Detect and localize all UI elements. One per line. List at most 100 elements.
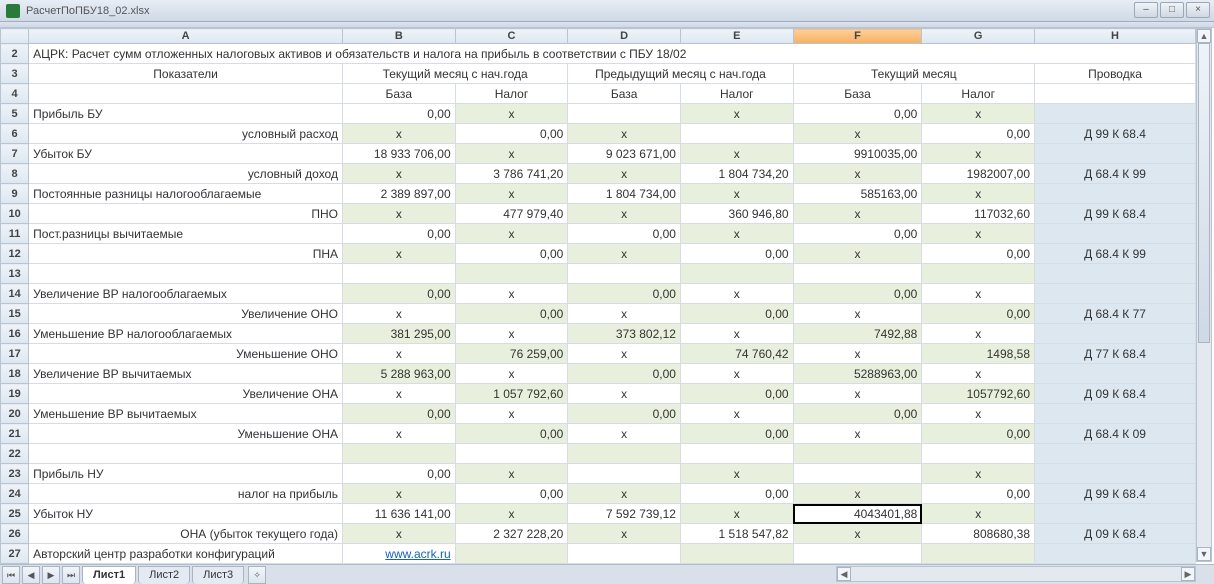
- row-header-2[interactable]: 2: [1, 44, 29, 64]
- cell-10-G[interactable]: 117032,60: [922, 204, 1035, 224]
- cell-13-G[interactable]: [922, 264, 1035, 284]
- cell-21-F[interactable]: x: [793, 424, 922, 444]
- cell-5-E[interactable]: x: [680, 104, 793, 124]
- cell-11-C[interactable]: x: [455, 224, 568, 244]
- cell-19-H[interactable]: Д 09 К 68.4: [1035, 384, 1196, 404]
- cell-16-F[interactable]: 7492,88: [793, 324, 922, 344]
- new-sheet-button[interactable]: ✧: [248, 566, 266, 584]
- cell-12-E[interactable]: 0,00: [680, 244, 793, 264]
- cell-8-B[interactable]: x: [342, 164, 455, 184]
- cell-10-H[interactable]: Д 99 К 68.4: [1035, 204, 1196, 224]
- cell-7-H[interactable]: [1035, 144, 1196, 164]
- sheet-tab-Лист3[interactable]: Лист3: [192, 566, 244, 584]
- cell-27-E[interactable]: [680, 544, 793, 564]
- cell-9-F[interactable]: 585163,00: [793, 184, 922, 204]
- row-header-5[interactable]: 5: [1, 104, 29, 124]
- cell-13-D[interactable]: [568, 264, 681, 284]
- row-header-9[interactable]: 9: [1, 184, 29, 204]
- cell-5-G[interactable]: x: [922, 104, 1035, 124]
- cell-6-B[interactable]: x: [342, 124, 455, 144]
- cell-23-E[interactable]: x: [680, 464, 793, 484]
- cell-16-G[interactable]: x: [922, 324, 1035, 344]
- cell-9-G[interactable]: x: [922, 184, 1035, 204]
- cell-18-C[interactable]: x: [455, 364, 568, 384]
- cell-20-D[interactable]: 0,00: [568, 404, 681, 424]
- cell-14-H[interactable]: [1035, 284, 1196, 304]
- cell-10-A[interactable]: ПНО: [29, 204, 343, 224]
- cell-6-D[interactable]: x: [568, 124, 681, 144]
- cell-17-B[interactable]: x: [342, 344, 455, 364]
- cell-23-F[interactable]: [793, 464, 922, 484]
- cell-8-D[interactable]: x: [568, 164, 681, 184]
- cell-7-G[interactable]: x: [922, 144, 1035, 164]
- cell-16-D[interactable]: 373 802,12: [568, 324, 681, 344]
- cell-8-H[interactable]: Д 68.4 К 99: [1035, 164, 1196, 184]
- cell-25-H[interactable]: [1035, 504, 1196, 524]
- cell-13-E[interactable]: [680, 264, 793, 284]
- col-header-A[interactable]: A: [29, 29, 343, 44]
- row-header-8[interactable]: 8: [1, 164, 29, 184]
- cell-16-C[interactable]: x: [455, 324, 568, 344]
- cell-5-H[interactable]: [1035, 104, 1196, 124]
- col-header-D[interactable]: D: [568, 29, 681, 44]
- cell-14-B[interactable]: 0,00: [342, 284, 455, 304]
- cell-26-A[interactable]: ОНА (убыток текущего года): [29, 524, 343, 544]
- cell-6-C[interactable]: 0,00: [455, 124, 568, 144]
- cell-27-A[interactable]: Авторский центр разработки конфигураций: [29, 544, 343, 564]
- row-header-20[interactable]: 20: [1, 404, 29, 424]
- cell-24-B[interactable]: x: [342, 484, 455, 504]
- cell-25-G[interactable]: x: [922, 504, 1035, 524]
- cell-13-A[interactable]: [29, 264, 343, 284]
- cell-6-H[interactable]: Д 99 К 68.4: [1035, 124, 1196, 144]
- cell-11-D[interactable]: 0,00: [568, 224, 681, 244]
- col-header-E[interactable]: E: [680, 29, 793, 44]
- cell-7-E[interactable]: x: [680, 144, 793, 164]
- cell-11-B[interactable]: 0,00: [342, 224, 455, 244]
- cell-27-G[interactable]: [922, 544, 1035, 564]
- cell-16-E[interactable]: x: [680, 324, 793, 344]
- cell-23-G[interactable]: x: [922, 464, 1035, 484]
- tab-nav-last[interactable]: ⏭: [62, 566, 80, 584]
- cell-14-E[interactable]: x: [680, 284, 793, 304]
- cell-10-C[interactable]: 477 979,40: [455, 204, 568, 224]
- col-header-H[interactable]: H: [1035, 29, 1196, 44]
- minimize-button[interactable]: –: [1134, 2, 1158, 18]
- cell-18-B[interactable]: 5 288 963,00: [342, 364, 455, 384]
- cell-9-C[interactable]: x: [455, 184, 568, 204]
- cell-15-H[interactable]: Д 68.4 К 77: [1035, 304, 1196, 324]
- cell-14-C[interactable]: x: [455, 284, 568, 304]
- cell-11-F[interactable]: 0,00: [793, 224, 922, 244]
- cell-15-D[interactable]: x: [568, 304, 681, 324]
- cell-18-E[interactable]: x: [680, 364, 793, 384]
- cell-11-A[interactable]: Пост.разницы вычитаемые: [29, 224, 343, 244]
- row-header-21[interactable]: 21: [1, 424, 29, 444]
- tab-nav-prev[interactable]: ◀: [22, 566, 40, 584]
- cell-25-E[interactable]: x: [680, 504, 793, 524]
- cell-18-D[interactable]: 0,00: [568, 364, 681, 384]
- cell-24-C[interactable]: 0,00: [455, 484, 568, 504]
- cell-22-H[interactable]: [1035, 444, 1196, 464]
- cell-14-D[interactable]: 0,00: [568, 284, 681, 304]
- cell-22-D[interactable]: [568, 444, 681, 464]
- cell-25-B[interactable]: 11 636 141,00: [342, 504, 455, 524]
- cell-22-F[interactable]: [793, 444, 922, 464]
- cell-21-D[interactable]: x: [568, 424, 681, 444]
- cell-22-E[interactable]: [680, 444, 793, 464]
- row-header-26[interactable]: 26: [1, 524, 29, 544]
- cell-12-F[interactable]: x: [793, 244, 922, 264]
- scroll-thumb[interactable]: [1198, 43, 1210, 343]
- row-header-15[interactable]: 15: [1, 304, 29, 324]
- vertical-scrollbar[interactable]: ▲ ▼: [1196, 28, 1212, 562]
- cell-23-B[interactable]: 0,00: [342, 464, 455, 484]
- restore-button[interactable]: □: [1160, 2, 1184, 18]
- cell-6-G[interactable]: 0,00: [922, 124, 1035, 144]
- cell-18-H[interactable]: [1035, 364, 1196, 384]
- cell-11-H[interactable]: [1035, 224, 1196, 244]
- cell-6-F[interactable]: x: [793, 124, 922, 144]
- cell-19-G[interactable]: 1057792,60: [922, 384, 1035, 404]
- cell-19-C[interactable]: 1 057 792,60: [455, 384, 568, 404]
- cell-7-D[interactable]: 9 023 671,00: [568, 144, 681, 164]
- cell-6-E[interactable]: [680, 124, 793, 144]
- cell-19-B[interactable]: x: [342, 384, 455, 404]
- cell-27-H[interactable]: [1035, 544, 1196, 564]
